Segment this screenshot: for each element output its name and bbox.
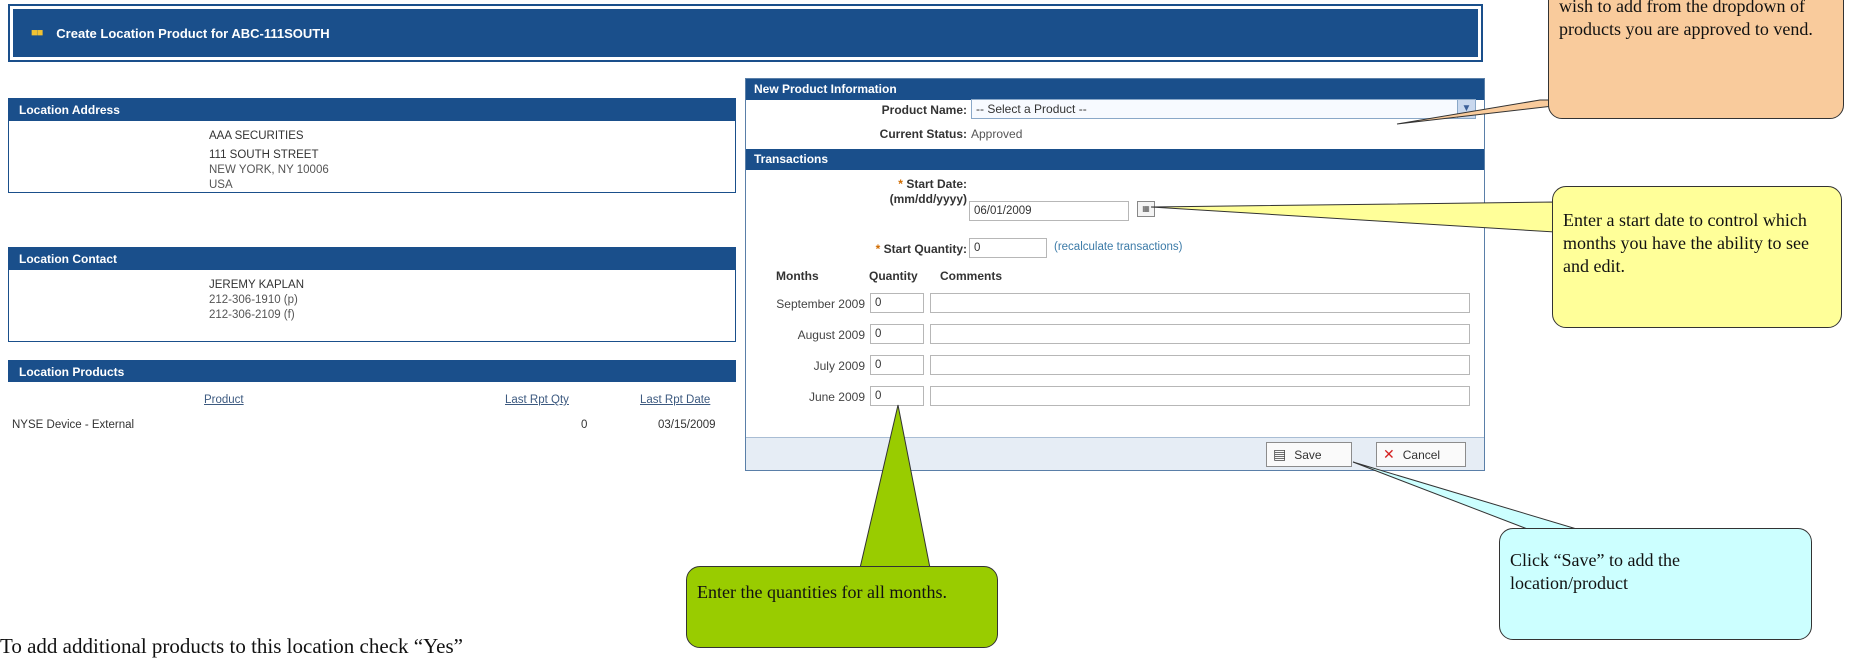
product-row-name: NYSE Device - External [12, 419, 135, 431]
comment-input[interactable] [930, 324, 1470, 344]
months-column-header: Months [776, 269, 819, 283]
callout-save: Click “Save” to add the location/product [1499, 528, 1812, 640]
start-quantity-label: * Start Quantity: [875, 242, 967, 256]
location-contact-panel: Location Contact JEREMY KAPLAN 212-306-1… [8, 247, 736, 342]
callout-start-date: Enter a start date to control which mont… [1552, 186, 1842, 328]
product-select-value: -- Select a Product -- [976, 102, 1087, 116]
instruction-text: To add additional products to this locat… [0, 634, 463, 658]
address-name: AAA SECURITIES [209, 130, 304, 142]
page-header: ■■ Create Location Product for ABC-111SO… [8, 4, 1483, 62]
comment-input[interactable] [930, 355, 1470, 375]
current-status-label: Current Status: [879, 127, 967, 141]
quantity-input[interactable]: 0 [870, 355, 924, 375]
start-quantity-input[interactable]: 0 [969, 238, 1047, 258]
contact-phone: 212-306-1910 (p) [209, 294, 298, 306]
cancel-button[interactable]: ✕ Cancel [1376, 442, 1466, 467]
contact-fax: 212-306-2109 (f) [209, 309, 295, 321]
month-label: June 2009 [808, 390, 865, 404]
new-product-form: New Product Information Product Name: --… [745, 78, 1485, 471]
quantity-column-header: Quantity [869, 269, 918, 283]
address-city: NEW YORK, NY 10006 [209, 164, 329, 176]
product-row-qty: 0 [581, 419, 588, 431]
chevron-down-icon[interactable]: ▼ [1457, 100, 1475, 118]
month-label: August 2009 [797, 328, 865, 342]
quantity-input[interactable]: 0 [870, 386, 924, 406]
location-address-title: Location Address [9, 99, 735, 121]
callout-product: wish to add from the dropdown of product… [1548, 0, 1844, 119]
column-header-last-rpt-date[interactable]: Last Rpt Date [640, 394, 710, 406]
comments-column-header: Comments [940, 269, 1003, 283]
current-status-value: Approved [971, 127, 1023, 141]
location-products-panel: Location Products Product Last Rpt Qty L… [8, 360, 736, 446]
callout-quantities: Enter the quantities for all months. [686, 566, 998, 648]
contact-name: JEREMY KAPLAN [209, 279, 305, 291]
month-label: July 2009 [813, 359, 865, 373]
location-products-title: Location Products [8, 360, 736, 382]
new-product-info-title: New Product Information [746, 79, 1484, 100]
start-date-label: * Start Date: [898, 177, 967, 191]
location-address-panel: Location Address AAA SECURITIES 111 SOUT… [8, 98, 736, 193]
product-select[interactable]: -- Select a Product -- ▼ [971, 99, 1476, 119]
recalculate-link[interactable]: (recalculate transactions) [1054, 241, 1182, 253]
close-icon: ✕ [1383, 446, 1395, 462]
month-label: September 2009 [776, 297, 865, 311]
date-format-label: (mm/dd/yyyy) [889, 192, 967, 206]
address-country: USA [209, 179, 233, 191]
column-header-product[interactable]: Product [204, 394, 244, 406]
form-footer-bar: ▤ Save ✕ Cancel [746, 437, 1484, 470]
product-row-date: 03/15/2009 [658, 419, 716, 431]
address-street: 111 SOUTH STREET [209, 149, 319, 161]
column-header-last-rpt-qty[interactable]: Last Rpt Qty [505, 394, 569, 406]
comment-input[interactable] [930, 293, 1470, 313]
product-name-label: Product Name: [881, 103, 967, 117]
quantity-input[interactable]: 0 [870, 293, 924, 313]
grip-icon: ■■ [31, 27, 43, 39]
location-contact-title: Location Contact [9, 248, 735, 270]
start-date-input[interactable]: 06/01/2009 [969, 201, 1129, 221]
calendar-icon[interactable]: ▦ [1137, 201, 1155, 217]
page-title: Create Location Product for ABC-111SOUTH [56, 25, 330, 41]
transactions-title: Transactions [746, 149, 1484, 170]
save-button[interactable]: ▤ Save [1266, 442, 1352, 467]
comment-input[interactable] [930, 386, 1470, 406]
floppy-disk-icon: ▤ [1273, 446, 1287, 462]
quantity-input[interactable]: 0 [870, 324, 924, 344]
